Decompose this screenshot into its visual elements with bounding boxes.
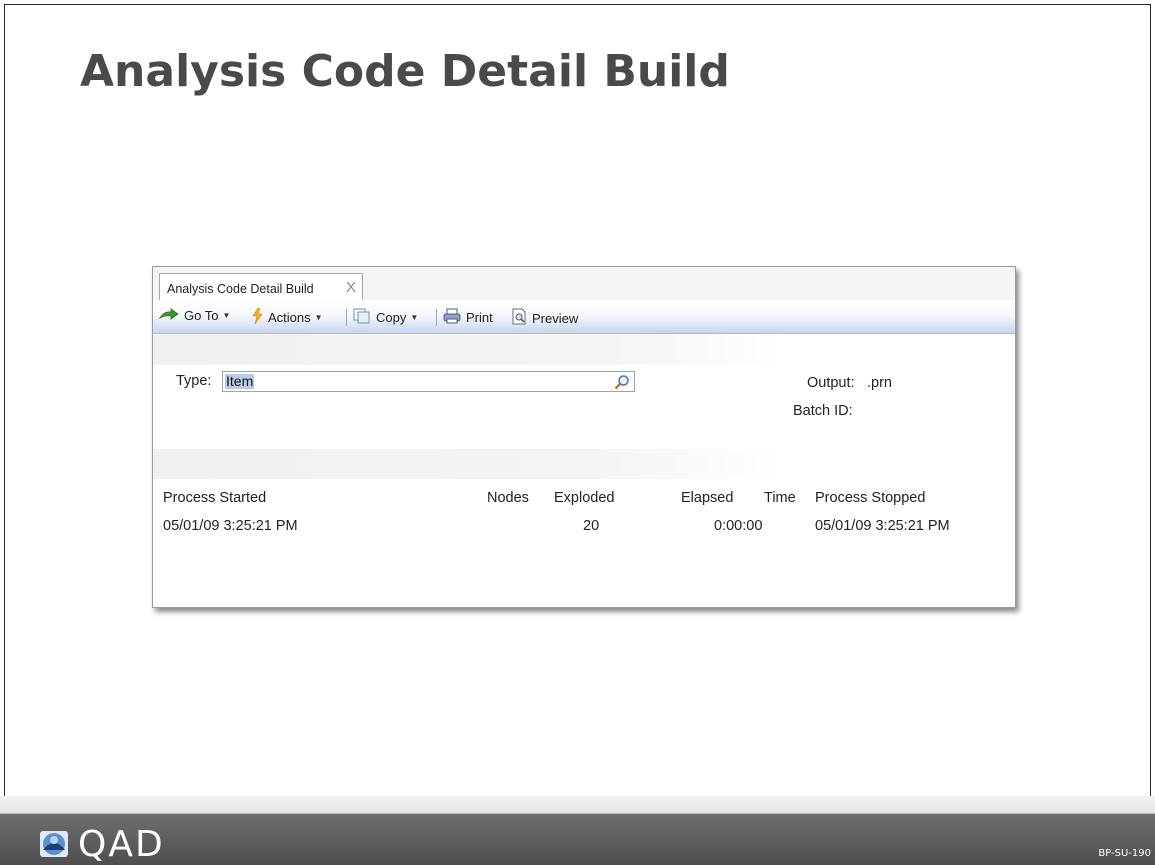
goto-button[interactable]: Go To ▼ — [158, 308, 231, 323]
type-input[interactable]: Item — [222, 371, 635, 392]
type-input-value: Item — [225, 373, 255, 389]
goto-label: Go To — [184, 308, 219, 323]
type-label: Type: — [176, 373, 212, 389]
print-button[interactable]: Print — [443, 308, 493, 327]
lightning-icon — [251, 307, 263, 327]
close-icon[interactable]: X — [346, 279, 356, 296]
printer-icon — [443, 308, 461, 327]
qad-logo-text: QAD — [78, 824, 165, 865]
header-time: Time — [764, 490, 796, 506]
section-header-band — [153, 335, 785, 365]
preview-button[interactable]: Preview — [511, 308, 578, 328]
header-process-started: Process Started — [163, 490, 267, 506]
tab-analysis-code-detail-build[interactable]: Analysis Code Detail Build X — [159, 273, 363, 300]
chevron-down-icon: ▼ — [314, 313, 323, 322]
output-label: Output: — [807, 375, 855, 391]
cell-nodes-exploded: 20 — [583, 518, 600, 534]
tab-bar: Analysis Code Detail Build X — [153, 267, 1015, 300]
results-header-band — [153, 449, 785, 479]
slide-title: Analysis Code Detail Build — [80, 46, 730, 97]
header-elapsed: Elapsed — [681, 490, 734, 506]
toolbar-divider — [346, 309, 347, 326]
app-window: Analysis Code Detail Build X Go To ▼ Act… — [152, 266, 1016, 608]
preview-label: Preview — [532, 310, 579, 326]
header-nodes: Nodes — [487, 490, 529, 506]
lookup-search-icon[interactable] — [614, 374, 630, 395]
chevron-down-icon: ▼ — [222, 311, 231, 320]
batch-id-label: Batch ID: — [793, 403, 853, 419]
chevron-down-icon: ▼ — [410, 313, 419, 322]
cell-process-started: 05/01/09 3:25:21 PM — [163, 518, 298, 534]
output-value: .prn — [867, 375, 892, 391]
goto-arrow-icon — [158, 308, 179, 323]
cell-process-stopped: 05/01/09 3:25:21 PM — [815, 518, 950, 534]
toolbar: Go To ▼ Actions ▼ Copy ▼ Print Preview — [153, 300, 1015, 334]
toolbar-divider — [436, 309, 437, 326]
tab-label: Analysis Code Detail Build — [167, 282, 314, 296]
header-exploded: Exploded — [554, 490, 615, 506]
print-label: Print — [466, 310, 493, 325]
preview-icon — [511, 308, 527, 328]
copy-label: Copy — [376, 310, 407, 325]
cell-elapsed-time: 0:00:00 — [714, 518, 763, 534]
qad-logo-icon — [40, 831, 68, 862]
header-process-stopped: Process Stopped — [815, 490, 926, 506]
slide-id: BP-SU-190 — [1098, 848, 1151, 859]
actions-button[interactable]: Actions ▼ — [251, 307, 323, 327]
footer-bar — [0, 796, 1155, 865]
copy-button[interactable]: Copy ▼ — [353, 308, 418, 327]
copy-icon — [353, 308, 371, 327]
actions-label: Actions — [268, 310, 311, 325]
